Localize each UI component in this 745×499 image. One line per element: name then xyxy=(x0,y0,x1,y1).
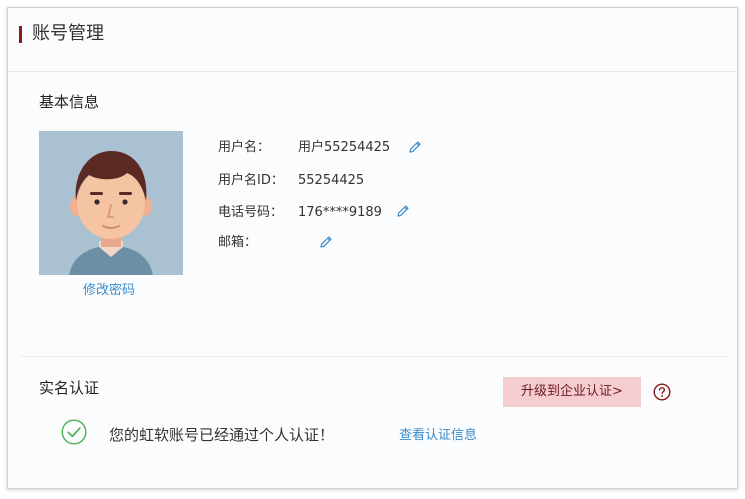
user-id-value: 55254425 xyxy=(298,173,365,188)
change-password-link[interactable]: 修改密码 xyxy=(83,282,135,300)
phone-value: 176****9189 xyxy=(298,205,382,220)
edit-phone-icon[interactable] xyxy=(396,204,410,218)
edit-username-icon[interactable] xyxy=(408,140,422,154)
section-divider xyxy=(19,356,730,357)
account-management-panel: 账号管理 基本信息 修改密码 用户名： 用户55254425 用户名ID： 55… xyxy=(7,7,738,489)
avatar-illustration xyxy=(39,131,183,275)
title-accent-bar xyxy=(19,26,22,43)
view-verification-link[interactable]: 查看认证信息 xyxy=(399,427,477,445)
panel-header: 账号管理 xyxy=(8,8,737,72)
page-title: 账号管理 xyxy=(32,23,104,44)
upgrade-enterprise-button[interactable]: 升级到企业认证> xyxy=(503,377,641,407)
basic-info-title: 基本信息 xyxy=(39,93,100,111)
realname-title: 实名认证 xyxy=(39,379,100,397)
username-label: 用户名： xyxy=(218,140,271,155)
edit-email-icon[interactable] xyxy=(319,235,333,249)
username-value: 用户55254425 xyxy=(298,140,391,155)
avatar xyxy=(39,131,183,275)
question-circle-icon[interactable] xyxy=(653,383,671,401)
check-circle-icon xyxy=(61,419,87,445)
user-id-label: 用户名ID： xyxy=(218,173,284,188)
email-label: 邮箱： xyxy=(218,235,258,250)
phone-label: 电话号码： xyxy=(218,205,284,220)
verification-status-text: 您的虹软账号已经通过个人认证！ xyxy=(109,426,335,444)
